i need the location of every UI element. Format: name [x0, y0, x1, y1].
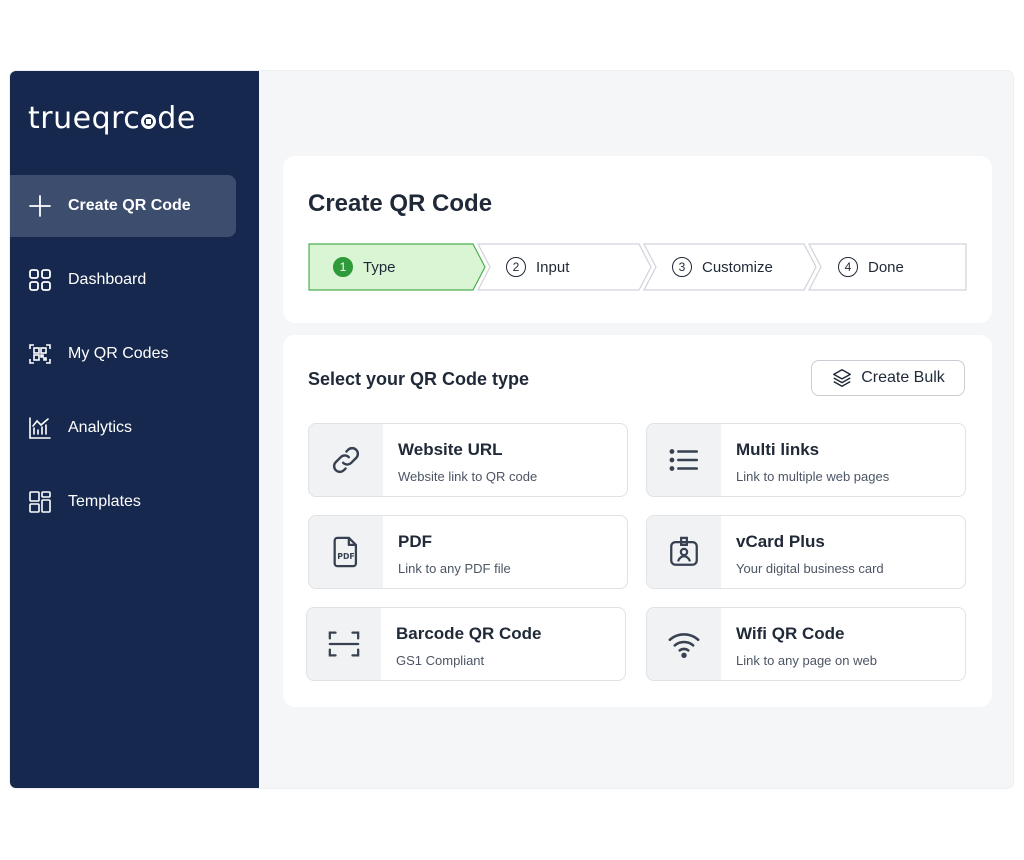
tile-subtitle: Link to any PDF file [398, 561, 511, 576]
sidebar-item-create-qr-code[interactable]: Create QR Code [10, 175, 236, 237]
tile-title: Wifi QR Code [736, 624, 845, 643]
grid-icon [28, 268, 52, 292]
step-customize[interactable]: 3 Customize [672, 243, 773, 291]
tile-subtitle: Link to any page on web [736, 653, 877, 668]
step-label: Input [536, 258, 570, 276]
create-bulk-label: Create Bulk [861, 369, 945, 386]
step-label: Customize [702, 258, 773, 276]
type-tile-website-url[interactable]: Website URL Website link to QR code [308, 423, 628, 497]
page-title: Create QR Code [308, 190, 493, 217]
qr-logo-icon [141, 114, 157, 129]
step-done[interactable]: 4 Done [838, 243, 904, 291]
type-tile-multi-links[interactable]: Multi links Link to multiple web pages [646, 423, 966, 497]
type-tile-barcode-qr-code[interactable]: Barcode QR Code GS1 Compliant [306, 607, 626, 681]
stepper: 1 Type 2 Input 3 Customize 4 Done [308, 243, 967, 291]
tile-subtitle: Website link to QR code [398, 469, 538, 484]
sidebar-item-dashboard[interactable]: Dashboard [10, 249, 236, 311]
wifi-icon [647, 608, 721, 680]
sidebar-item-templates[interactable]: Templates [10, 471, 236, 533]
sidebar-item-label: Create QR Code [68, 197, 191, 214]
layout-icon [28, 490, 52, 514]
qr-code-icon [28, 342, 52, 366]
sidebar-item-analytics[interactable]: Analytics [10, 397, 236, 459]
step-number: 2 [506, 257, 526, 277]
qr-type-card: Select your QR Code type Create Bulk Web… [283, 335, 992, 707]
sidebar-item-label: Dashboard [68, 271, 147, 288]
step-number: 3 [672, 257, 692, 277]
list-icon [647, 424, 721, 496]
plus-icon [28, 194, 52, 218]
type-tile-vcard-plus[interactable]: vCard Plus Your digital business card [646, 515, 966, 589]
tile-title: PDF [398, 532, 432, 551]
svg-text:PDF: PDF [337, 552, 354, 561]
type-tile-pdf[interactable]: PDF PDF Link to any PDF file [308, 515, 628, 589]
section-title: Select your QR Code type [308, 369, 530, 389]
tile-title: vCard Plus [736, 532, 825, 551]
step-number: 4 [838, 257, 858, 277]
tile-title: Multi links [736, 440, 820, 459]
logo-text-suffix: de [157, 101, 196, 136]
sidebar: trueqrc de Create QR Code Dashboard My QR… [10, 71, 259, 788]
pdf-icon: PDF [309, 516, 383, 588]
tile-title: Barcode QR Code [396, 624, 542, 643]
tile-subtitle: GS1 Compliant [396, 653, 485, 668]
sidebar-item-label: Templates [68, 493, 141, 510]
step-type[interactable]: 1 Type [333, 243, 396, 291]
sidebar-item-my-qr-codes[interactable]: My QR Codes [10, 323, 236, 385]
id-badge-icon [647, 516, 721, 588]
link-icon [309, 424, 383, 496]
layers-icon [833, 369, 852, 387]
step-number: 1 [333, 257, 353, 277]
create-bulk-button[interactable]: Create Bulk [811, 360, 965, 396]
header-card: Create QR Code 1 Type 2 Input 3 Customiz… [283, 156, 992, 323]
tile-subtitle: Your digital business card [736, 561, 884, 576]
tile-title: Website URL [398, 440, 503, 459]
type-tile-wifi-qr-code[interactable]: Wifi QR Code Link to any page on web [646, 607, 966, 681]
step-input[interactable]: 2 Input [506, 243, 569, 291]
tile-subtitle: Link to multiple web pages [736, 469, 890, 484]
sidebar-item-label: Analytics [68, 419, 133, 436]
barcode-scan-icon [307, 608, 381, 680]
sidebar-item-label: My QR Codes [68, 345, 169, 362]
app-window: trueqrc de Create QR Code Dashboard My QR… [10, 71, 1013, 788]
logo-text: trueqrc [28, 101, 141, 136]
logo[interactable]: trueqrc de [28, 101, 196, 136]
step-label: Done [868, 258, 904, 276]
chart-icon [28, 416, 52, 440]
step-label: Type [363, 258, 396, 276]
